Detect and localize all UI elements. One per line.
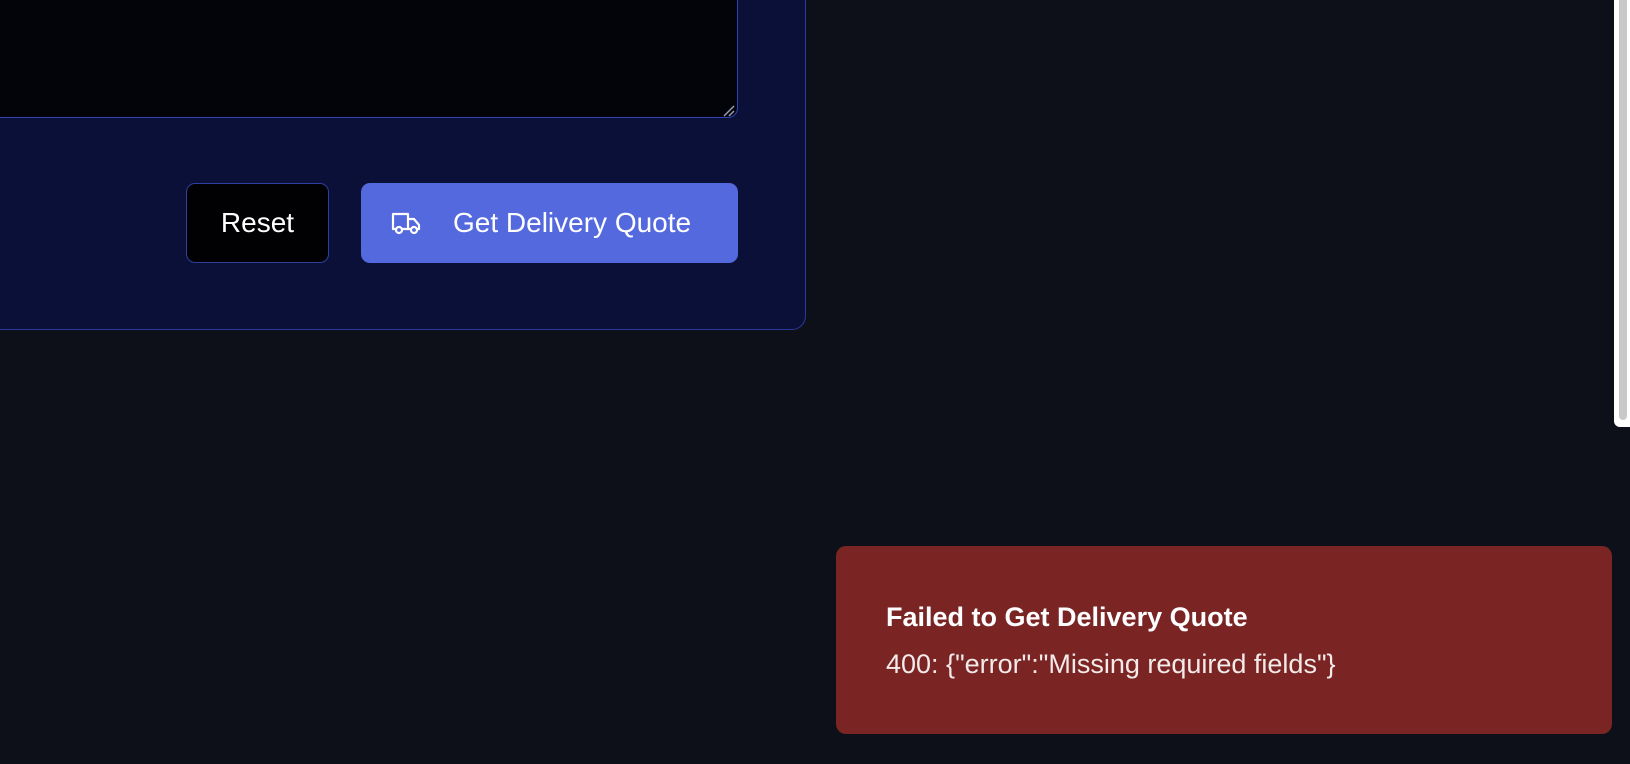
- truck-icon: [391, 209, 423, 237]
- get-delivery-quote-label: Get Delivery Quote: [453, 207, 692, 238]
- resize-handle-icon[interactable]: [721, 103, 735, 117]
- notes-textarea[interactable]: [0, 0, 738, 118]
- reset-button-label: Reset: [220, 207, 295, 238]
- scrollbar-thumb[interactable]: [1619, 0, 1627, 420]
- error-toast-message: 400: {"error":"Missing required fields"}: [886, 649, 1336, 680]
- delivery-form-card: Reset Get Delivery Quote: [0, 0, 806, 330]
- error-toast-title: Failed to Get Delivery Quote: [886, 602, 1248, 632]
- error-toast: Failed to Get Delivery Quote 400: {"erro…: [836, 546, 1612, 734]
- page: Reset Get Delivery Quote Failed to Get D…: [0, 0, 1630, 764]
- reset-button[interactable]: Reset: [186, 183, 329, 263]
- get-delivery-quote-button[interactable]: Get Delivery Quote: [361, 183, 738, 263]
- page-scrollbar[interactable]: [1614, 0, 1630, 427]
